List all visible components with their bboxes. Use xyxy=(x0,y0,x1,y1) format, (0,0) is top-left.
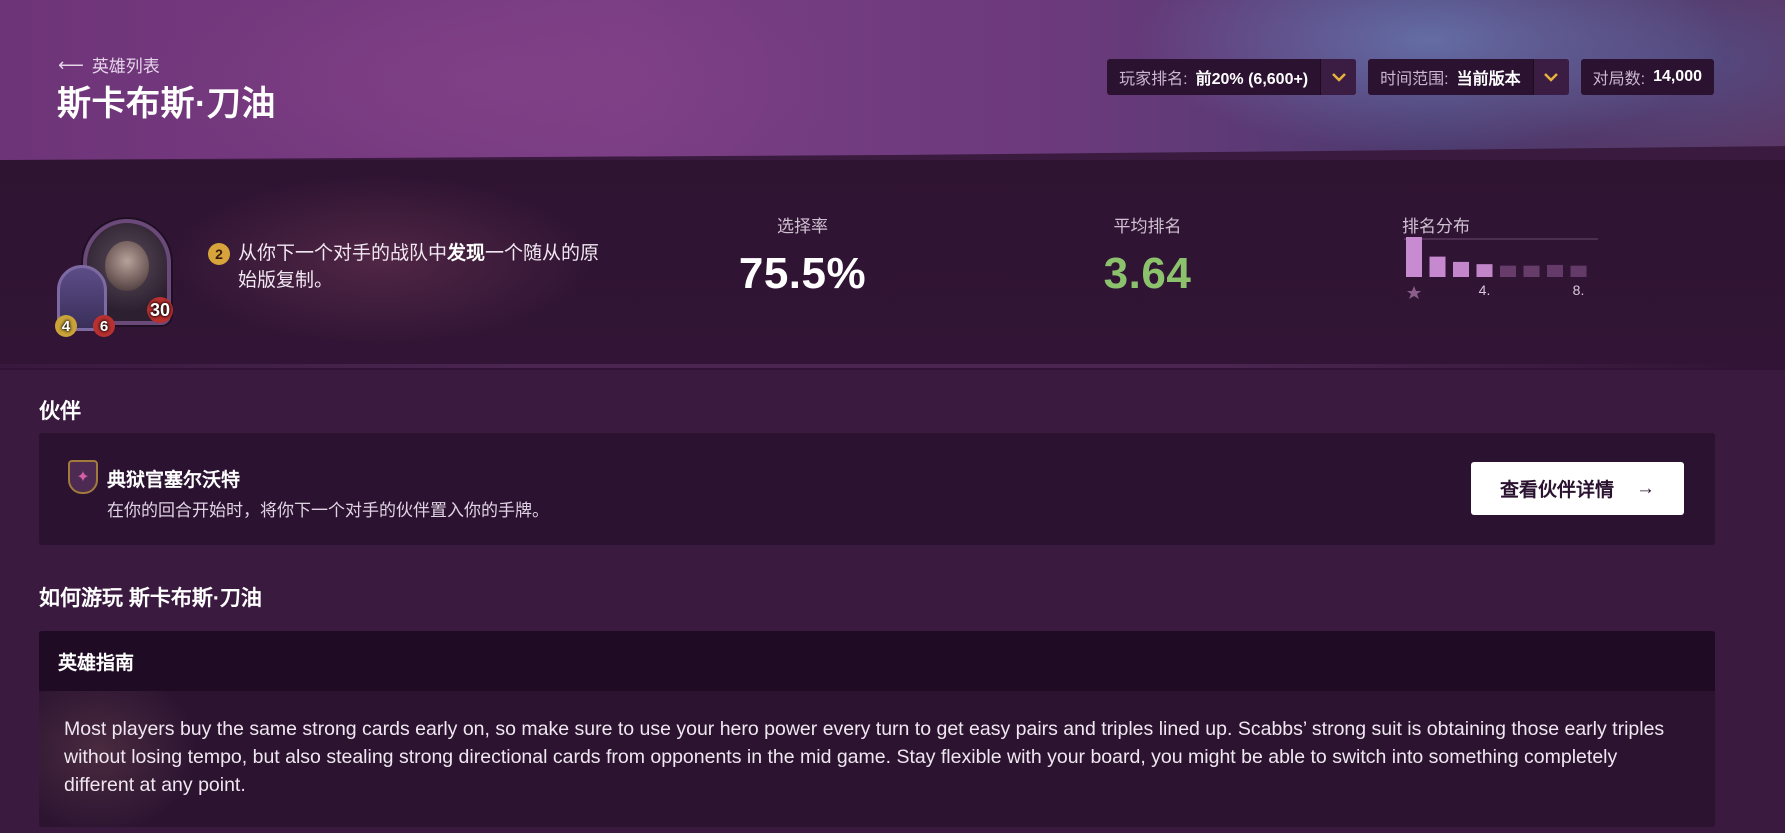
hero-face-art xyxy=(105,241,149,291)
partner-name: 典狱官塞尔沃特 xyxy=(107,470,241,491)
pick-rate-label: 选择率 xyxy=(777,217,828,236)
back-link-label: 英雄列表 xyxy=(91,57,160,76)
average-placement-label: 平均排名 xyxy=(1113,217,1182,236)
arrow-right-icon: → xyxy=(1636,477,1655,499)
filter-value: 前20% (6,600+) xyxy=(1195,71,1309,88)
distribution-tick-label: 8. xyxy=(1573,282,1585,298)
filter-value: 14,000 xyxy=(1653,68,1702,85)
filter-label: 时间范围: xyxy=(1380,71,1449,88)
view-partner-details-button[interactable]: 查看伙伴详情 → xyxy=(1471,462,1684,515)
pick-rate-stat: 选择率 75.5% xyxy=(730,212,875,299)
chart-ticks: 4. 8. xyxy=(1479,282,1585,298)
page-title: 斯卡布斯·刀油 xyxy=(57,85,276,123)
average-placement-stat: 平均排名 3.64 xyxy=(1080,212,1215,299)
distribution-bar-1 xyxy=(1406,237,1422,277)
filter-bar: 玩家排名: 前20% (6,600+) 时间范围: 当前版本 对局数: 14,0… xyxy=(1107,59,1714,95)
partner-card: ✦ 典狱官塞尔沃特 在你的回合开始时，将你下一个对手的伙伴置入你的手牌。 查看伙… xyxy=(39,433,1715,545)
how-to-play-title: 如何游玩 斯卡布斯·刀油 xyxy=(39,587,262,610)
distribution-bar-2 xyxy=(1429,256,1446,277)
distribution-bar-7 xyxy=(1547,264,1563,277)
hero-power-keyword: 发现 xyxy=(447,243,486,264)
divider xyxy=(0,364,1740,368)
distribution-bar-3 xyxy=(1453,261,1469,277)
distribution-bar-6 xyxy=(1523,265,1540,277)
hero-power-text-before: 从你下一个对手的战队中 xyxy=(238,243,448,264)
placement-distribution-chart: 4. 8. xyxy=(1404,237,1598,299)
hero-power-text: 从你下一个对手的战队中发现一个随从的原始版复制。 xyxy=(210,240,600,294)
buddy-attack-badge: 4 xyxy=(55,315,77,337)
time-range-filter[interactable]: 时间范围: 当前版本 xyxy=(1368,59,1569,95)
placement-distribution: 排名分布 4. 8. xyxy=(1402,212,1602,299)
star-icon xyxy=(1407,286,1421,299)
hero-power-description: 2 从你下一个对手的战队中发现一个随从的原始版复制。 xyxy=(208,240,600,294)
back-to-hero-list-link[interactable]: ⟵ 英雄列表 xyxy=(58,52,160,77)
pick-rate-value: 75.5% xyxy=(738,249,867,298)
games-count-badge: 对局数: 14,000 xyxy=(1580,59,1714,95)
partner-description: 在你的回合开始时，将你下一个对手的伙伴置入你的手牌。 xyxy=(107,501,549,520)
distribution-bar-4 xyxy=(1476,264,1493,277)
filter-label: 玩家排名: xyxy=(1119,71,1188,88)
filter-label: 对局数: xyxy=(1592,71,1646,88)
chevron-down-icon[interactable] xyxy=(1320,59,1357,95)
partner-portrait-icon: ✦ xyxy=(68,460,98,494)
average-placement-value: 3.64 xyxy=(1103,249,1192,298)
distribution-bar-5 xyxy=(1500,265,1516,277)
hero-guide-card: 英雄指南 Most players buy the same strong ca… xyxy=(39,631,1715,827)
arrow-left-icon: ⟵ xyxy=(58,54,84,75)
chevron-down-icon[interactable] xyxy=(1532,59,1569,95)
buddy-health-badge: 6 xyxy=(93,315,115,337)
partner-section-title: 伙伴 xyxy=(39,400,81,423)
distribution-tick-label: 4. xyxy=(1479,282,1491,298)
hero-power-cost-icon: 2 xyxy=(208,243,230,265)
distribution-bar-8 xyxy=(1570,265,1587,277)
hero-guide-header: 英雄指南 xyxy=(39,631,1715,691)
view-partner-details-label: 查看伙伴详情 xyxy=(1499,480,1614,501)
hero-armor-badge: 30 xyxy=(147,297,173,323)
filter-value: 当前版本 xyxy=(1456,71,1521,88)
hero-portrait: 4 6 30 xyxy=(55,215,185,340)
hero-guide-body: Most players buy the same strong cards e… xyxy=(39,691,1715,827)
player-rank-filter[interactable]: 玩家排名: 前20% (6,600+) xyxy=(1107,59,1357,95)
chart-bars xyxy=(1406,237,1587,277)
